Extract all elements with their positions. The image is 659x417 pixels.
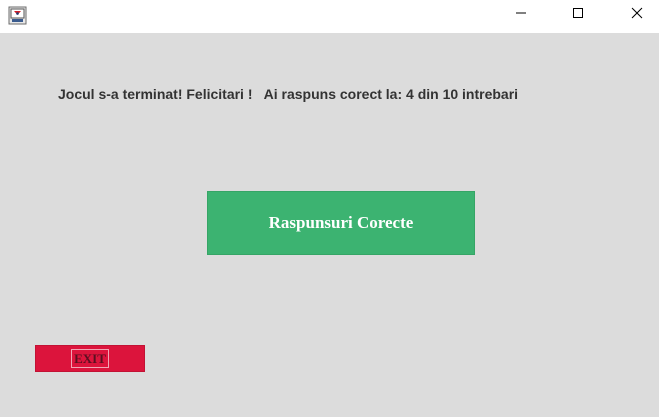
content-panel: Jocul s-a terminat! Felicitari ! Ai rasp… xyxy=(0,33,659,417)
title-bar xyxy=(0,0,659,33)
exit-button[interactable]: EXIT xyxy=(35,345,145,372)
close-button[interactable] xyxy=(614,0,659,30)
minimize-button[interactable] xyxy=(498,0,544,30)
maximize-icon xyxy=(572,6,584,24)
correct-answers-button[interactable]: Raspunsuri Corecte xyxy=(207,191,475,255)
correct-answers-button-label: Raspunsuri Corecte xyxy=(268,213,414,232)
app-window: Jocul s-a terminat! Felicitari ! Ai rasp… xyxy=(0,0,659,417)
exit-button-label: EXIT xyxy=(71,349,109,368)
maximize-button[interactable] xyxy=(555,0,601,30)
close-icon xyxy=(631,6,643,24)
java-app-icon xyxy=(8,6,27,25)
result-message: Jocul s-a terminat! Felicitari ! Ai rasp… xyxy=(58,86,519,102)
minimize-icon xyxy=(515,6,527,24)
